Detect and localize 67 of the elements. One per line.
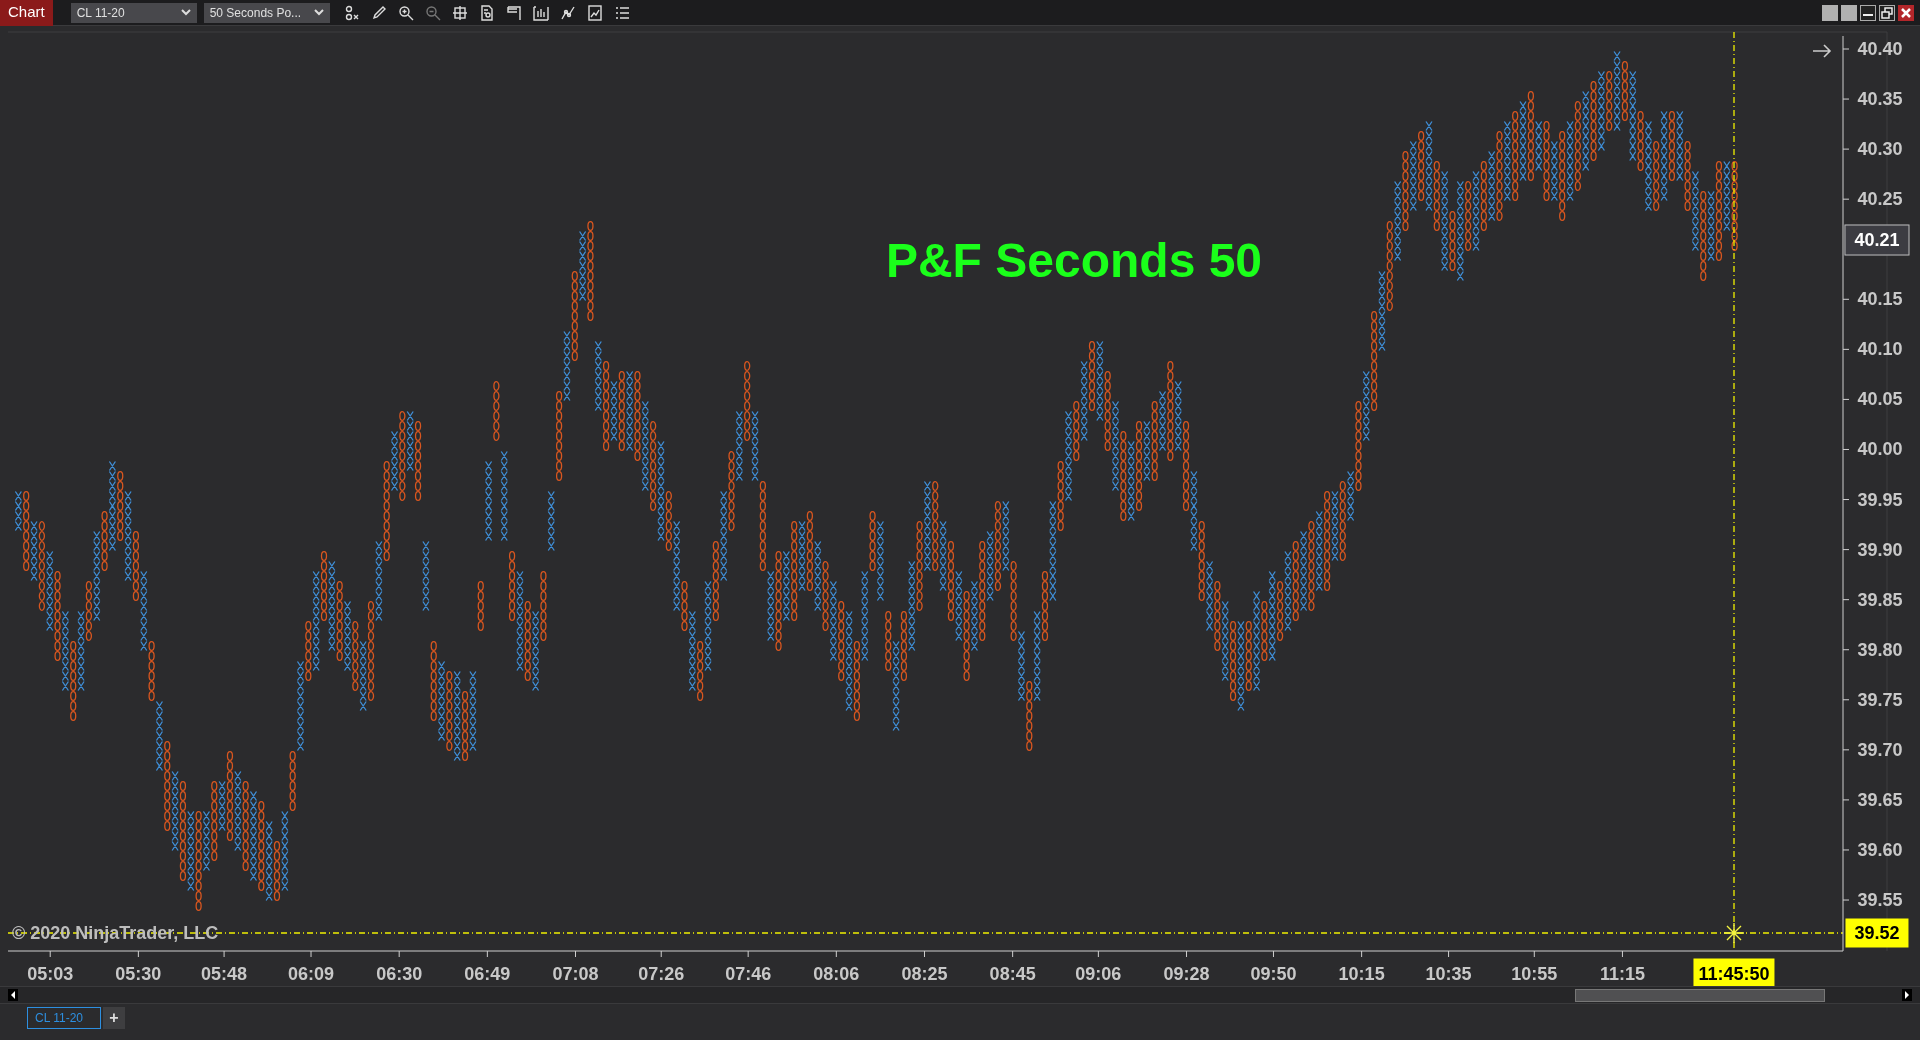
time-label: 06:30 bbox=[376, 962, 423, 986]
price-label: 39.65 bbox=[1857, 788, 1903, 812]
crosshair-icon[interactable] bbox=[451, 4, 468, 21]
time-label: 09:28 bbox=[1163, 962, 1210, 986]
time-label: 05:03 bbox=[27, 962, 74, 986]
window-button[interactable] bbox=[1841, 4, 1857, 21]
bar-chart-icon[interactable] bbox=[532, 4, 549, 21]
bar-type-dropdown[interactable]: 50 Seconds Po... bbox=[203, 2, 330, 23]
time-label: 08:25 bbox=[901, 962, 948, 986]
zoom-out-icon[interactable] bbox=[424, 4, 441, 21]
time-label: 07:26 bbox=[638, 962, 685, 986]
price-label: 40.25 bbox=[1857, 187, 1903, 211]
window-button[interactable] bbox=[1822, 4, 1838, 21]
restore-icon[interactable] bbox=[1879, 4, 1895, 21]
time-label: 10:35 bbox=[1425, 962, 1472, 986]
price-label: 39.90 bbox=[1857, 538, 1903, 562]
minimize-icon[interactable] bbox=[1860, 4, 1876, 21]
caret-icon bbox=[313, 9, 324, 16]
price-label: 39.85 bbox=[1857, 588, 1903, 612]
scroll-left-icon[interactable] bbox=[8, 989, 18, 1001]
time-label: 09:50 bbox=[1250, 962, 1297, 986]
add-tab-button[interactable]: + bbox=[103, 1007, 125, 1029]
scrollbar-thumb[interactable] bbox=[1575, 988, 1825, 1002]
chart-document-icon[interactable] bbox=[586, 4, 603, 21]
copyright-text: © 2020 NinjaTrader, LLC bbox=[12, 921, 219, 945]
price-label: 39.95 bbox=[1857, 488, 1903, 512]
select-objects-icon[interactable] bbox=[343, 4, 360, 21]
current-price-marker: 40.21 bbox=[1844, 224, 1910, 256]
time-label: 07:46 bbox=[725, 962, 772, 986]
time-label: 10:55 bbox=[1511, 962, 1558, 986]
pencil-icon[interactable] bbox=[370, 4, 387, 21]
time-label: 11:15 bbox=[1599, 962, 1645, 986]
time-label: 07:08 bbox=[552, 962, 599, 986]
crosshair-cursor-icon bbox=[1723, 922, 1745, 944]
crosshair-price-label: 39.52 bbox=[1845, 918, 1909, 948]
price-label: 40.35 bbox=[1857, 87, 1903, 111]
time-label: 08:45 bbox=[989, 962, 1036, 986]
arrow-icon bbox=[1812, 44, 1832, 58]
time-label: 06:09 bbox=[288, 962, 335, 986]
price-label: 40.30 bbox=[1857, 137, 1903, 161]
price-label: 39.55 bbox=[1857, 888, 1903, 912]
price-label: 40.40 bbox=[1857, 37, 1903, 61]
line-chart-icon[interactable] bbox=[559, 4, 576, 21]
price-label: 40.15 bbox=[1857, 287, 1903, 311]
price-label: 39.70 bbox=[1857, 738, 1903, 762]
time-label: 05:48 bbox=[201, 962, 248, 986]
time-label: 08:06 bbox=[813, 962, 860, 986]
chart-tab[interactable]: Chart bbox=[0, 0, 53, 26]
document-search-icon[interactable] bbox=[478, 4, 495, 21]
close-icon[interactable] bbox=[1898, 4, 1914, 21]
price-label: 40.05 bbox=[1857, 387, 1903, 411]
price-label: 39.60 bbox=[1857, 838, 1903, 862]
time-label: 10:15 bbox=[1338, 962, 1385, 986]
instrument-dropdown[interactable]: CL 11-20 bbox=[70, 2, 197, 23]
time-label: 06:49 bbox=[464, 962, 511, 986]
chart-title: P&F Seconds 50 bbox=[885, 233, 1263, 289]
price-label: 39.80 bbox=[1857, 638, 1903, 662]
time-label: 05:30 bbox=[115, 962, 162, 986]
price-label: 39.75 bbox=[1857, 688, 1903, 712]
chart-tab[interactable]: CL 11-20 bbox=[27, 1007, 101, 1029]
scroll-right-icon[interactable] bbox=[1902, 989, 1912, 1001]
caret-icon bbox=[180, 9, 191, 16]
time-label: 09:06 bbox=[1075, 962, 1122, 986]
price-label: 40.00 bbox=[1857, 437, 1903, 461]
list-icon[interactable] bbox=[613, 4, 630, 21]
price-label: 40.10 bbox=[1857, 337, 1903, 361]
zoom-in-icon[interactable] bbox=[397, 4, 414, 21]
